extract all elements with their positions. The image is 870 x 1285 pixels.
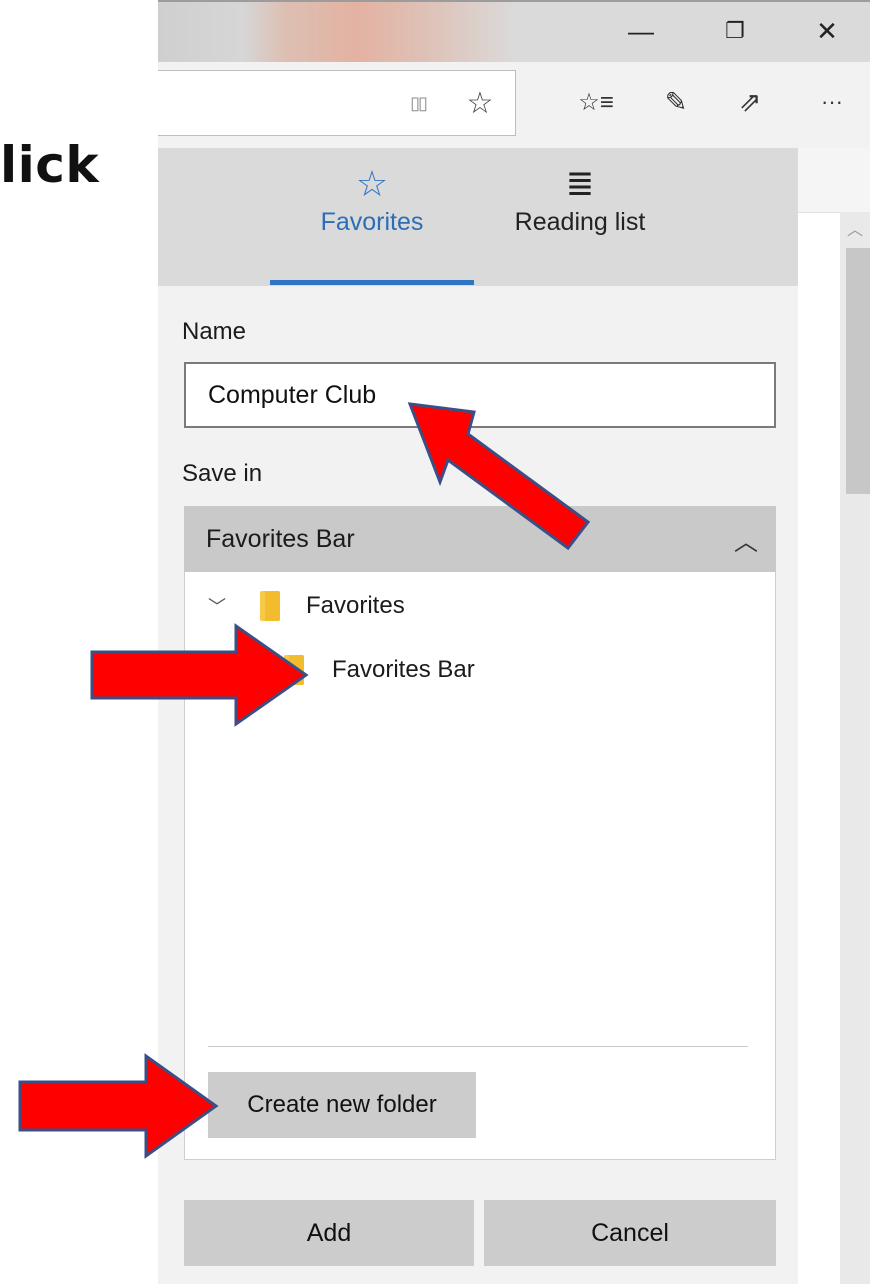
add-button[interactable]: Add (184, 1200, 474, 1266)
chevron-down-icon[interactable]: ﹀ (208, 593, 236, 619)
active-tab-indicator (270, 280, 474, 285)
scrollbar-thumb[interactable] (846, 248, 870, 494)
chevron-up-icon[interactable]: ︿ (716, 522, 776, 557)
tab-favorites-label: Favorites (320, 208, 424, 236)
create-new-folder-button[interactable]: Create new folder (208, 1072, 476, 1138)
tab-favorites[interactable]: ☆ Favorites (270, 160, 474, 286)
reading-list-icon: ≣ (565, 165, 595, 203)
add-favorite-star-icon[interactable]: ☆ (456, 78, 504, 128)
minimize-icon[interactable]: — (610, 2, 672, 60)
web-notes-icon[interactable]: ✎ (648, 74, 704, 130)
tab-reading-list[interactable]: ≣ Reading list (480, 160, 680, 286)
tab-reading-list-label: Reading list (514, 208, 646, 236)
close-icon[interactable]: ✕ (796, 2, 858, 60)
divider (208, 1046, 748, 1047)
favorites-star-icon: ☆ (355, 163, 389, 204)
tree-item-label: Favorites Bar (332, 656, 475, 683)
hub-favorites-icon[interactable]: ☆≡ (568, 74, 624, 130)
annotation-arrow-create-folder (18, 1053, 219, 1159)
annotation-arrow-favorites-bar (90, 623, 309, 727)
save-in-label: Save in (182, 460, 263, 487)
slide-caption: lick (0, 136, 100, 194)
annotation-arrow-name (407, 402, 591, 551)
name-label: Name (182, 318, 247, 345)
more-actions-icon[interactable]: ··· (802, 74, 862, 130)
tree-item-favorites[interactable]: ﹀ Favorites (208, 588, 405, 624)
tree-item-favorites-bar[interactable]: Favorites Bar (284, 652, 475, 688)
cancel-button[interactable]: Cancel (484, 1200, 776, 1266)
folder-icon (260, 591, 280, 621)
scroll-up-icon[interactable]: ︿ (842, 216, 868, 240)
panel-tab-bar (158, 148, 798, 286)
tree-item-label: Favorites (306, 592, 405, 619)
share-icon[interactable]: ⇗ (722, 74, 778, 130)
reading-view-icon[interactable]: ▯▯ (394, 78, 442, 128)
restore-icon[interactable]: ❐ (704, 2, 766, 60)
